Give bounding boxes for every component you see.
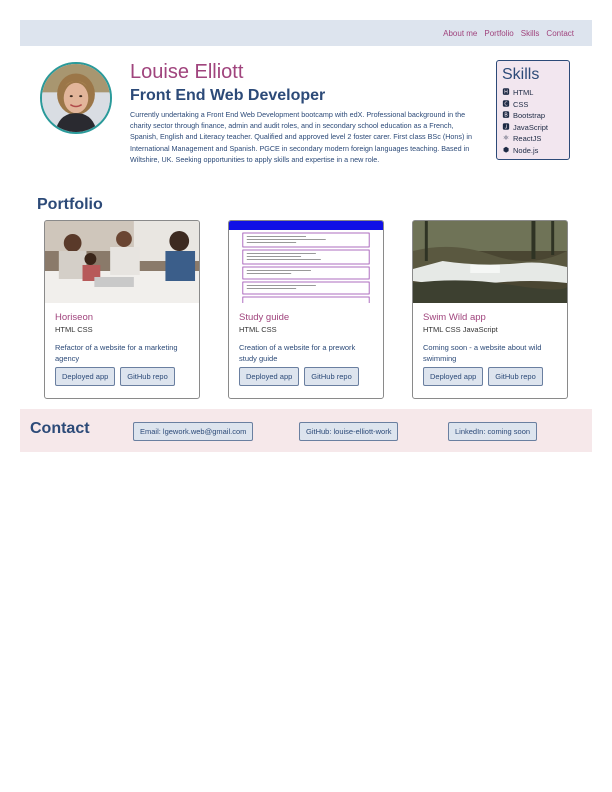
skill-item: 🅱 Bootstrap <box>502 110 564 122</box>
portfolio-title: Portfolio <box>37 196 103 213</box>
profile-bio: Currently undertaking a Front End Web De… <box>130 110 472 164</box>
skill-item: ⚛ ReactJS <box>502 133 564 145</box>
github-repo-button[interactable]: GitHub repo <box>304 367 359 386</box>
contact-section: Contact Email: lgework.web@gmail.com Git… <box>20 409 592 452</box>
skill-label: CSS <box>513 99 529 109</box>
react-icon: ⚛ <box>502 135 510 142</box>
profile-role: Front End Web Developer <box>130 87 326 104</box>
skill-item: 🅹 JavaScript <box>502 122 564 134</box>
github-button[interactable]: GitHub: louise-elliott-work <box>299 422 399 441</box>
project-tech: HTML CSS <box>239 325 277 334</box>
project-image-study-guide <box>229 221 383 303</box>
project-title: Horiseon <box>55 312 94 323</box>
bootstrap-icon: 🅱 <box>502 112 510 119</box>
project-card-swim-wild: Swim Wild app HTML CSS JavaScript Coming… <box>412 220 568 399</box>
nodejs-icon: ⬢ <box>502 146 510 154</box>
skill-label: ReactJS <box>513 134 542 143</box>
email-button[interactable]: Email: lgework.web@gmail.com <box>133 422 254 441</box>
deployed-app-button[interactable]: Deployed app <box>55 367 116 386</box>
linkedin-button[interactable]: LinkedIn: coming soon <box>448 422 538 441</box>
project-card-horiseon: Horiseon HTML CSS Refactor of a website … <box>44 220 200 399</box>
skill-item: ⬢ Node.js <box>502 145 564 157</box>
project-description: Creation of a website for a prework stud… <box>239 343 356 363</box>
profile-name: Louise Elliott <box>130 61 244 83</box>
skill-label: HTML <box>513 88 534 97</box>
skill-label: Node.js <box>513 145 539 155</box>
nav-link-portfolio[interactable]: Portfolio <box>484 29 513 38</box>
nav-link-about[interactable]: About me <box>443 29 477 38</box>
skill-label: JavaScript <box>513 122 549 132</box>
profile-photo <box>42 64 110 132</box>
project-image-horiseon <box>45 221 199 303</box>
javascript-icon: 🅹 <box>502 123 510 131</box>
project-description: Refactor of a website for a marketing ag… <box>55 343 178 363</box>
project-card-study-guide: Study guide HTML CSS Creation of a websi… <box>228 220 384 399</box>
skill-item: 🅷 HTML <box>502 87 564 99</box>
html5-icon: 🅷 <box>502 89 510 96</box>
skill-label: Bootstrap <box>513 111 546 120</box>
profile-avatar <box>40 62 112 134</box>
project-title: Swim Wild app <box>423 312 486 323</box>
project-image-swim-wild <box>413 221 567 303</box>
skill-item: 🅲 CSS <box>502 99 564 111</box>
github-repo-button[interactable]: GitHub repo <box>488 367 543 386</box>
skills-panel: Skills 🅷 HTML 🅲 CSS 🅱 Bootstrap 🅹 JavaScript… <box>496 60 570 160</box>
top-navbar: About me Portfolio Skills Contact <box>20 20 592 46</box>
project-tech: HTML CSS <box>55 325 93 334</box>
github-repo-button[interactable]: GitHub repo <box>120 367 175 386</box>
project-description: Coming soon - a website about wild swimm… <box>423 343 542 363</box>
deployed-app-button[interactable]: Deployed app <box>239 367 300 386</box>
nav-link-contact[interactable]: Contact <box>546 29 574 38</box>
css3-icon: 🅲 <box>502 100 510 108</box>
project-title: Study guide <box>239 312 290 323</box>
deployed-app-button[interactable]: Deployed app <box>423 367 484 386</box>
skills-title: Skills <box>502 66 540 83</box>
nav-link-skills[interactable]: Skills <box>521 29 540 38</box>
project-tech: HTML CSS JavaScript <box>423 325 498 334</box>
contact-title: Contact <box>30 420 90 437</box>
